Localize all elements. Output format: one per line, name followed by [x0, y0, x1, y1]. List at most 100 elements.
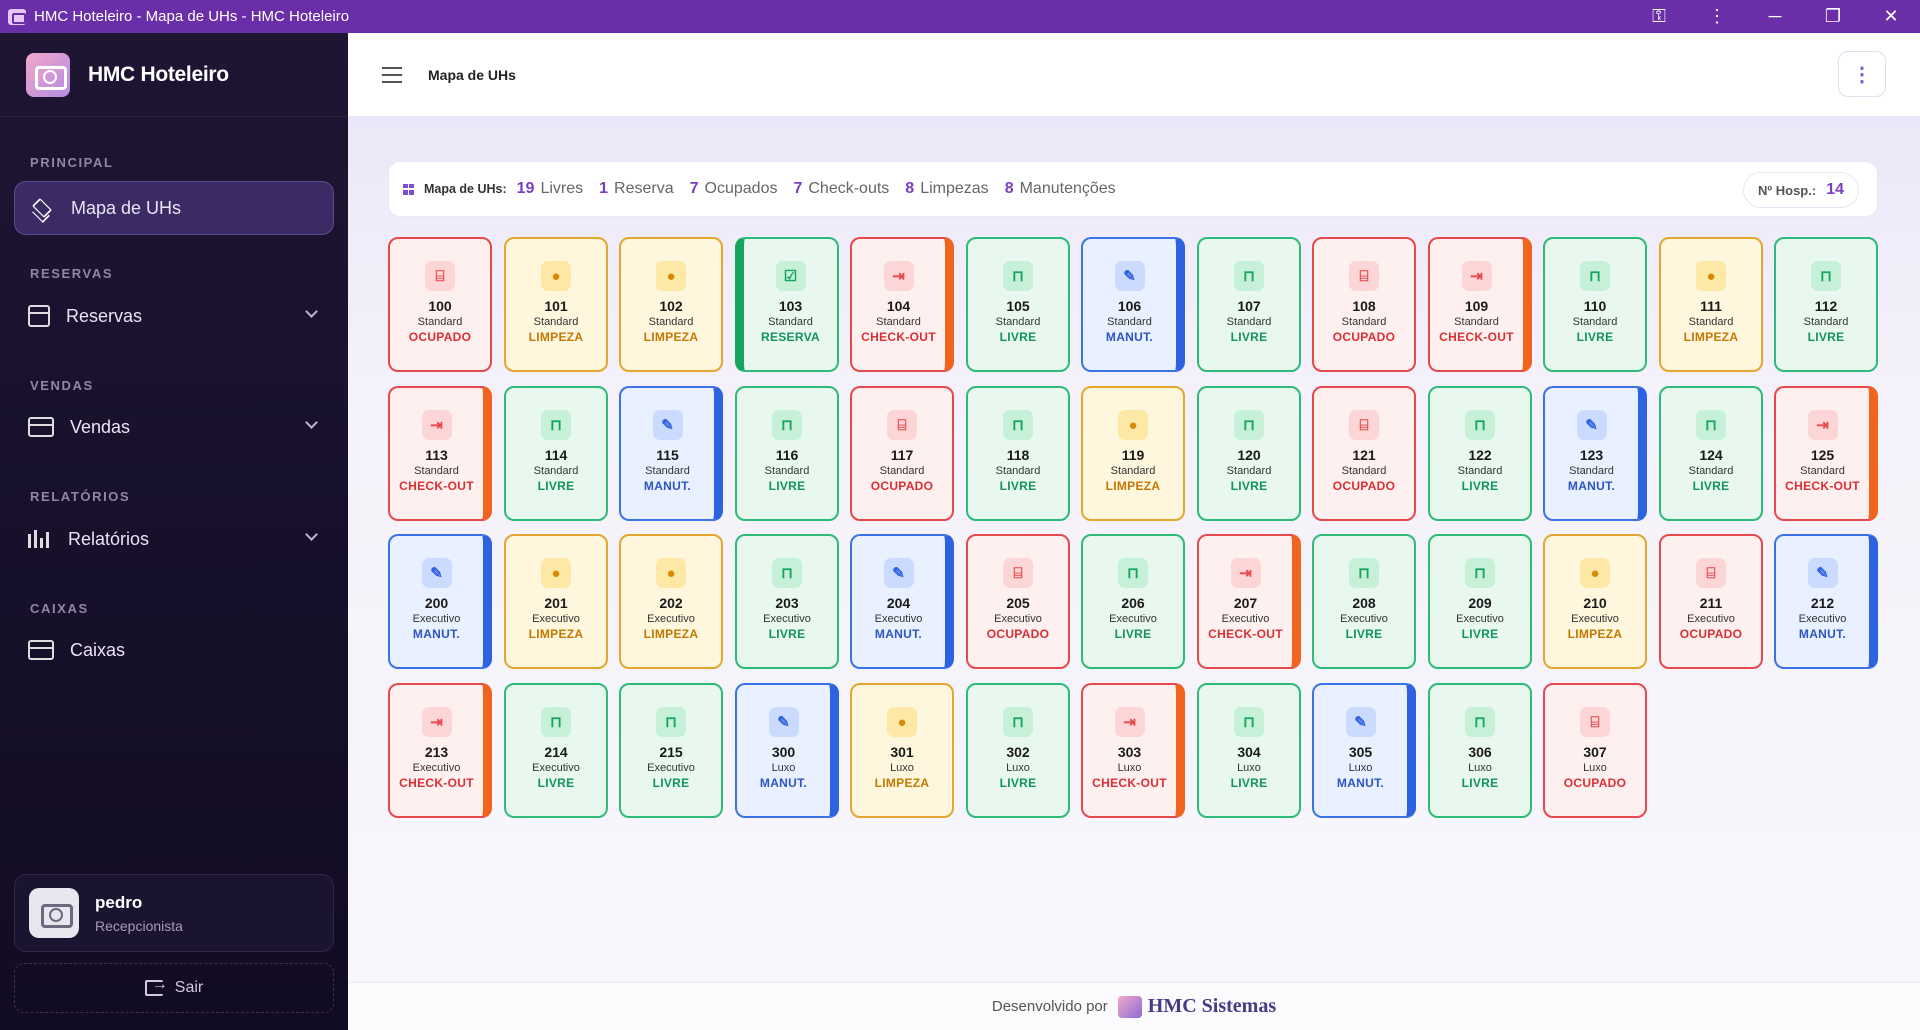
- sidebar-item-mapa[interactable]: Mapa de UHs: [14, 181, 334, 235]
- stat-label: Manutenções: [1019, 180, 1116, 197]
- key-icon[interactable]: ⚿: [1630, 0, 1688, 33]
- vertical-dots-icon[interactable]: ⋮: [1688, 0, 1746, 33]
- room-type: Standard: [995, 316, 1041, 328]
- room-card[interactable]: ☑ 103 Standard RESERVA: [735, 237, 839, 372]
- stat-reserva[interactable]: 1 Reserva: [599, 180, 673, 198]
- room-card[interactable]: ⊓ 214 Executivo LIVRE: [504, 683, 608, 818]
- room-status: LIVRE: [1461, 627, 1499, 641]
- room-type: Standard: [1800, 465, 1845, 477]
- room-card[interactable]: ✎ 115 Standard MANUT.: [619, 386, 723, 521]
- room-card[interactable]: ● 102 Standard LIMPEZA: [619, 237, 723, 372]
- room-card[interactable]: ⇥ 125 Standard CHECK-OUT: [1774, 386, 1878, 521]
- room-card[interactable]: ✎ 204 Executivo MANUT.: [850, 534, 954, 669]
- room-card[interactable]: ⇥ 207 Executivo CHECK-OUT: [1197, 534, 1301, 669]
- room-card[interactable]: ● 101 Standard LIMPEZA: [504, 237, 608, 372]
- room-status: OCUPADO: [408, 330, 472, 344]
- room-card[interactable]: ⊓ 215 Executivo LIVRE: [619, 683, 723, 818]
- room-card[interactable]: ⌸ 307 Luxo OCUPADO: [1543, 683, 1647, 818]
- layers-icon: [29, 196, 55, 220]
- stat-ocupados[interactable]: 7 Ocupados: [690, 180, 778, 198]
- unlock-icon: ⊓: [1465, 558, 1495, 588]
- room-card[interactable]: ● 119 Standard LIMPEZA: [1081, 386, 1185, 521]
- section-reservas: RESERVAS: [30, 266, 114, 281]
- minimize-button[interactable]: ─: [1746, 0, 1804, 33]
- room-card[interactable]: ⌸ 211 Executivo OCUPADO: [1659, 534, 1763, 669]
- room-card[interactable]: ⇥ 109 Standard CHECK-OUT: [1428, 237, 1532, 372]
- stat-livres[interactable]: 19 Livres: [517, 180, 583, 198]
- room-card[interactable]: ⊓ 122 Standard LIVRE: [1428, 386, 1532, 521]
- section-caixas: CAIXAS: [30, 601, 89, 616]
- room-card[interactable]: ● 111 Standard LIMPEZA: [1659, 237, 1763, 372]
- bar-chart-icon: [28, 528, 52, 550]
- room-card[interactable]: ⊓ 203 Executivo LIVRE: [735, 534, 839, 669]
- grid-icon: [403, 183, 414, 195]
- room-card[interactable]: ⊓ 206 Executivo LIVRE: [1081, 534, 1185, 669]
- room-status: CHECK-OUT: [399, 776, 474, 790]
- wrench-icon: ✎: [1576, 410, 1607, 440]
- stat-limpezas[interactable]: 8 Limpezas: [905, 180, 988, 198]
- logout-button[interactable]: Sair: [14, 963, 334, 1013]
- bed-icon: ⌸: [1696, 558, 1726, 588]
- unlock-icon: ⊓: [1234, 707, 1264, 737]
- room-card[interactable]: ✎ 106 Standard MANUT.: [1081, 237, 1185, 372]
- hamburger-icon[interactable]: [382, 66, 402, 83]
- room-status: LIMPEZA: [874, 776, 930, 790]
- room-type: Executivo: [647, 613, 695, 625]
- room-card[interactable]: ⇥ 303 Luxo CHECK-OUT: [1081, 683, 1185, 818]
- room-card[interactable]: ⌸ 108 Standard OCUPADO: [1312, 237, 1416, 372]
- drop-icon: ●: [656, 558, 686, 588]
- brand[interactable]: HMC Hoteleiro: [0, 33, 348, 117]
- room-card[interactable]: ✎ 212 Executivo MANUT.: [1774, 534, 1878, 669]
- room-card[interactable]: ⊓ 112 Standard LIVRE: [1774, 237, 1878, 372]
- room-card[interactable]: ⊓ 120 Standard LIVRE: [1197, 386, 1301, 521]
- room-card[interactable]: ✎ 200 Executivo MANUT.: [388, 534, 492, 669]
- drop-icon: ●: [1696, 261, 1726, 291]
- room-card[interactable]: ✎ 305 Luxo MANUT.: [1312, 683, 1416, 818]
- room-card[interactable]: ⊓ 116 Standard LIVRE: [735, 386, 839, 521]
- sidebar-item-vendas[interactable]: Vendas: [14, 400, 334, 454]
- room-card[interactable]: ⇥ 213 Executivo CHECK-OUT: [388, 683, 492, 818]
- room-card[interactable]: ⊓ 302 Luxo LIVRE: [966, 683, 1070, 818]
- stat-checkouts[interactable]: 7 Check-outs: [793, 180, 889, 198]
- room-card[interactable]: ⊓ 105 Standard LIVRE: [966, 237, 1070, 372]
- room-card[interactable]: ● 301 Luxo LIMPEZA: [850, 683, 954, 818]
- unlock-icon: ⊓: [656, 707, 686, 737]
- room-card[interactable]: ⌸ 117 Standard OCUPADO: [850, 386, 954, 521]
- room-card[interactable]: ⊓ 306 Luxo LIVRE: [1428, 683, 1532, 818]
- room-type: Standard: [995, 465, 1041, 477]
- maximize-button[interactable]: ❐: [1804, 0, 1862, 33]
- room-card[interactable]: ⌸ 121 Standard OCUPADO: [1312, 386, 1416, 521]
- sidebar-item-caixas[interactable]: Caixas: [14, 623, 334, 677]
- room-card[interactable]: ⌸ 205 Executivo OCUPADO: [966, 534, 1070, 669]
- room-number: 112: [1814, 298, 1838, 314]
- stat-count: 1: [599, 180, 609, 197]
- room-card[interactable]: ⊓ 124 Standard LIVRE: [1659, 386, 1763, 521]
- stat-manutencoes[interactable]: 8 Manutenções: [1005, 180, 1116, 198]
- room-card[interactable]: ● 201 Executivo LIMPEZA: [504, 534, 608, 669]
- room-card[interactable]: ● 202 Executivo LIMPEZA: [619, 534, 723, 669]
- room-status: MANUT.: [759, 776, 808, 790]
- room-card[interactable]: ● 210 Executivo LIMPEZA: [1543, 534, 1647, 669]
- room-card[interactable]: ⊓ 118 Standard LIVRE: [966, 386, 1070, 521]
- room-card[interactable]: ⊓ 208 Executivo LIVRE: [1312, 534, 1416, 669]
- room-card[interactable]: ⊓ 114 Standard LIVRE: [504, 386, 608, 521]
- room-card[interactable]: ⊓ 209 Executivo LIVRE: [1428, 534, 1532, 669]
- room-card[interactable]: ⌸ 100 Standard OCUPADO: [388, 237, 492, 372]
- user-card[interactable]: pedro Recepcionista: [14, 874, 334, 952]
- room-card[interactable]: ⊓ 107 Standard LIVRE: [1197, 237, 1301, 372]
- room-card[interactable]: ⇥ 113 Standard CHECK-OUT: [388, 386, 492, 521]
- room-number: 302: [1006, 744, 1030, 760]
- sidebar-item-relatorios[interactable]: Relatórios: [14, 512, 334, 566]
- room-number: 124: [1699, 447, 1723, 463]
- more-options-button[interactable]: ⋮: [1838, 51, 1886, 97]
- room-card[interactable]: ⊓ 304 Luxo LIVRE: [1197, 683, 1301, 818]
- room-number: 119: [1121, 447, 1145, 463]
- sidebar-item-label: Caixas: [70, 639, 126, 660]
- camera-icon[interactable]: [29, 888, 79, 938]
- sidebar-item-reservas[interactable]: Reservas: [14, 289, 334, 343]
- close-button[interactable]: ✕: [1862, 0, 1920, 33]
- room-card[interactable]: ⇥ 104 Standard CHECK-OUT: [850, 237, 954, 372]
- room-card[interactable]: ✎ 300 Luxo MANUT.: [735, 683, 839, 818]
- room-card[interactable]: ✎ 123 Standard MANUT.: [1543, 386, 1647, 521]
- room-card[interactable]: ⊓ 110 Standard LIVRE: [1543, 237, 1647, 372]
